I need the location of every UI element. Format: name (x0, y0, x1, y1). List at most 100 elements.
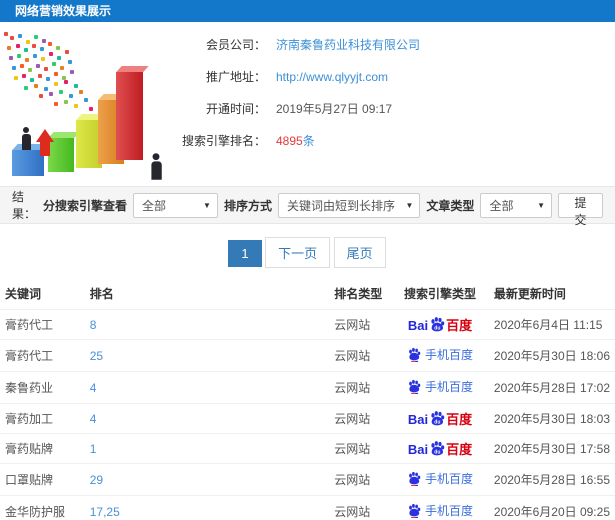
chart-bar-red (116, 72, 143, 160)
company-label: 会员公司： (205, 38, 266, 52)
opened-label: 开通时间： (205, 102, 266, 116)
info-row-opened: 开通时间： 2019年5月27日 09:17 (178, 100, 615, 117)
keyword-cell: 口罩贴牌 (0, 463, 85, 496)
page-button-1[interactable]: 1 (228, 240, 262, 267)
keyword-cell: 秦鲁药业 (0, 371, 85, 404)
svg-text:du: du (434, 419, 440, 425)
promotion-url-link[interactable]: http://www.qlyyjt.com (276, 70, 388, 84)
info-row-company: 会员公司： 济南秦鲁药业科技有限公司 (178, 36, 615, 53)
businessman-figure-left (20, 127, 32, 150)
engine-filter-value: 全部 (141, 198, 166, 213)
baidu-paw-icon: du (431, 317, 445, 332)
engine-type-cell: Baidu百度 手机百度 (391, 339, 489, 372)
baidu-pc-logo: Bai du 百度 (407, 317, 473, 333)
keyword-cell: 膏药加工 (0, 403, 85, 434)
engine-type-cell: Baidu百度 手机百度 (391, 495, 489, 520)
pagination: 1 下一页 尾页 (0, 224, 615, 278)
summary-section: 会员公司： 济南秦鲁药业科技有限公司 推广地址： http://www.qlyy… (0, 22, 615, 180)
header-rank-type: 排名类型 (334, 287, 383, 301)
article-filter-label: 文章类型 (426, 198, 475, 213)
updated-cell: 2020年5月30日 18:03 (488, 403, 615, 434)
url-label: 推广地址： (205, 70, 266, 84)
header-rank: 排名 (89, 287, 114, 301)
info-row-rank-count: 搜索引擎排名： 4895条 (178, 132, 615, 149)
rank-cell[interactable]: 17,25 (84, 495, 330, 520)
chevron-down-icon: ▼ (537, 200, 545, 210)
rank-type-cell: 云网站 (329, 495, 392, 520)
opened-value: 2019年5月27日 09:17 (276, 102, 393, 116)
submit-button[interactable]: 提交 (558, 192, 604, 227)
mobile-baidu-badge: 手机百度 (407, 470, 473, 487)
header-keyword: 关键词 (5, 287, 42, 301)
rank-cell[interactable]: 25 (84, 339, 330, 372)
results-filter-bar: 结果： 分搜索引擎查看 全部 ▼ 排序方式 关键词由短到长排序 ▼ 文章类型 全… (0, 186, 615, 227)
article-filter-select[interactable]: 全部 ▼ (480, 192, 552, 218)
chevron-down-icon: ▼ (405, 200, 414, 210)
table-row[interactable]: 金华防护服 17,25 云网站 Baidu百度 手机百度 2020年6月20日 … (0, 495, 615, 520)
rank-count-number: 4895 (276, 134, 303, 148)
baidu-paw-icon (409, 379, 421, 394)
businessman-figure-right (149, 153, 163, 180)
confetti-decoration (4, 32, 8, 36)
table-header-row: 关键词 排名 排名类型 搜索引擎类型 最新更新时间 (0, 278, 615, 310)
updated-cell: 2020年5月30日 18:06 (488, 339, 615, 372)
table-row[interactable]: 秦鲁药业 4 云网站 Baidu百度 手机百度 2020年5月28日 17:02 (0, 371, 615, 404)
keyword-cell: 膏药代工 (0, 309, 85, 340)
engine-filter-label: 分搜索引擎查看 (42, 198, 127, 213)
table-row[interactable]: 膏药贴牌 1 云网站 Baidu百度 手机百度 2020年5月30日 17:58 (0, 433, 615, 464)
mobile-baidu-badge: 手机百度 (407, 346, 473, 363)
updated-cell: 2020年5月30日 17:58 (488, 433, 615, 464)
sort-filter-value: 关键词由短到长排序 (286, 198, 395, 213)
chevron-down-icon: ▼ (203, 200, 211, 210)
baidu-pc-logo: Bai du 百度 (407, 441, 473, 457)
article-filter-value: 全部 (489, 198, 514, 213)
rank-cell[interactable]: 4 (84, 403, 330, 434)
bar-chart-illustration (0, 30, 178, 180)
page-title: 网络营销效果展示 (0, 0, 615, 22)
marketing-report-page: 网络营销效果展示 会员公司： 济南秦鲁药业科技有限公司 推广地址： http:/… (0, 0, 615, 520)
baidu-paw-icon (409, 347, 421, 362)
results-table-body: 膏药代工 8 云网站 Baidu百度 手机百度 2020年6月4日 11:15 … (0, 309, 615, 520)
rank-type-cell: 云网站 (329, 463, 392, 496)
rank-count-value: 4895条 (276, 132, 315, 149)
table-row[interactable]: 膏药加工 4 云网站 Baidu百度 手机百度 2020年5月30日 18:03 (0, 403, 615, 434)
rank-cell[interactable]: 29 (84, 463, 330, 496)
member-info-list: 会员公司： 济南秦鲁药业科技有限公司 推广地址： http://www.qlyy… (178, 30, 615, 180)
engine-filter-select[interactable]: 全部 ▼ (132, 192, 218, 218)
table-row[interactable]: 口罩贴牌 29 云网站 Baidu百度 手机百度 2020年5月28日 16:5… (0, 463, 615, 496)
mobile-baidu-badge: 手机百度 (407, 378, 473, 395)
updated-cell: 2020年5月28日 17:02 (488, 371, 615, 404)
baidu-paw-icon (409, 503, 421, 518)
engine-type-cell: Baidu百度 手机百度 (391, 371, 489, 404)
results-label: 结果： (12, 190, 37, 221)
rank-type-cell: 云网站 (329, 433, 392, 464)
rank-type-cell: 云网站 (329, 371, 392, 404)
engine-type-cell: Baidu百度 手机百度 (391, 309, 489, 340)
sort-filter-select[interactable]: 关键词由短到长排序 ▼ (277, 192, 421, 218)
rank-cell[interactable]: 4 (84, 371, 330, 404)
header-updated: 最新更新时间 (493, 287, 566, 301)
rank-cell[interactable]: 8 (84, 309, 330, 340)
updated-cell: 2020年5月28日 16:55 (488, 463, 615, 496)
company-link[interactable]: 济南秦鲁药业科技有限公司 (276, 36, 420, 53)
svg-text:du: du (434, 449, 440, 455)
rank-cell[interactable]: 1 (84, 433, 330, 464)
updated-cell: 2020年6月20日 09:25 (488, 495, 615, 520)
baidu-paw-icon: du (431, 441, 445, 456)
sort-filter-label: 排序方式 (223, 198, 272, 213)
baidu-pc-logo: Bai du 百度 (407, 411, 473, 427)
table-row[interactable]: 膏药代工 25 云网站 Baidu百度 手机百度 2020年5月30日 18:0… (0, 339, 615, 372)
last-page-button[interactable]: 尾页 (333, 237, 386, 268)
rank-type-cell: 云网站 (329, 309, 392, 340)
chart-bar-green (48, 138, 74, 172)
keyword-cell: 膏药贴牌 (0, 433, 85, 464)
next-page-button[interactable]: 下一页 (265, 237, 331, 268)
baidu-paw-icon: du (431, 411, 445, 426)
header-engine-type: 搜索引擎类型 (404, 287, 477, 301)
updated-cell: 2020年6月4日 11:15 (488, 309, 615, 340)
keyword-cell: 金华防护服 (0, 495, 85, 520)
engine-type-cell: Baidu百度 手机百度 (391, 463, 489, 496)
rank-count-label: 搜索引擎排名： (181, 134, 266, 148)
table-row[interactable]: 膏药代工 8 云网站 Baidu百度 手机百度 2020年6月4日 11:15 (0, 309, 615, 340)
info-row-url: 推广地址： http://www.qlyyjt.com (178, 68, 615, 85)
